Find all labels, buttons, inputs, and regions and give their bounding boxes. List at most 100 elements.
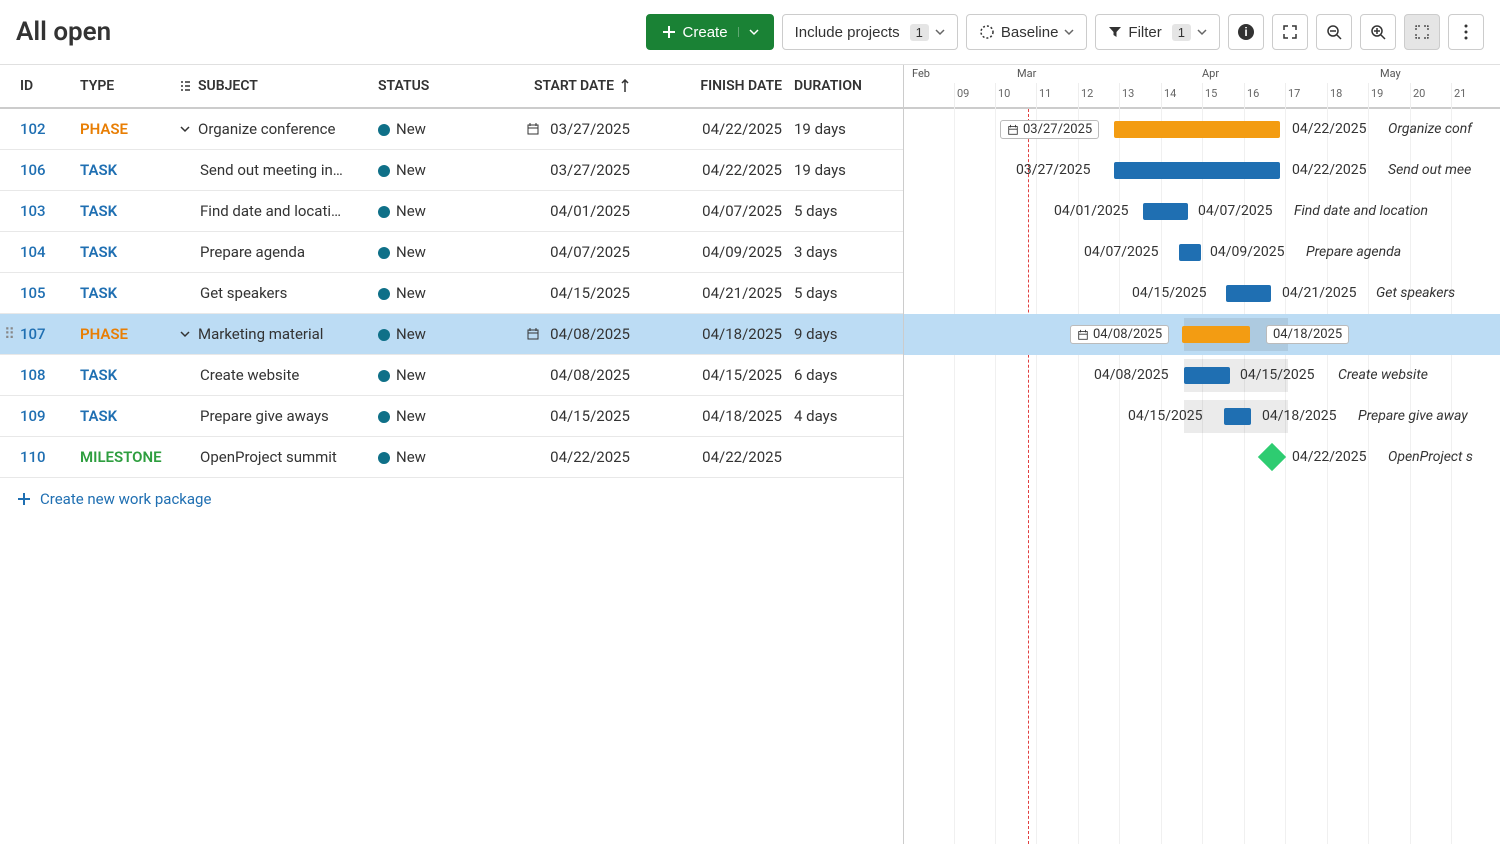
cell-subject[interactable]: OpenProject summit bbox=[172, 448, 372, 466]
cell-duration[interactable]: 4 days bbox=[788, 407, 888, 425]
chevron-down-icon[interactable] bbox=[178, 327, 192, 341]
gantt-row[interactable]: 04/22/2025OpenProject s bbox=[904, 437, 1500, 478]
gantt-bar[interactable] bbox=[1226, 285, 1271, 302]
baseline-button[interactable]: Baseline bbox=[966, 14, 1088, 50]
cell-status[interactable]: New bbox=[372, 325, 468, 343]
cell-status[interactable]: New bbox=[372, 120, 468, 138]
table-row[interactable]: 110MILESTONEOpenProject summitNew04/22/2… bbox=[0, 437, 903, 478]
cell-status[interactable]: New bbox=[372, 202, 468, 220]
gantt-row[interactable]: 04/07/202504/09/2025Prepare agenda bbox=[904, 232, 1500, 273]
cell-finish[interactable]: 04/09/2025 bbox=[636, 243, 788, 261]
table-row[interactable]: 102PHASEOrganize conferenceNew03/27/2025… bbox=[0, 109, 903, 150]
cell-subject[interactable]: Organize conference bbox=[172, 120, 372, 138]
gantt-bar[interactable] bbox=[1114, 121, 1280, 138]
gantt-start-chip[interactable]: 03/27/2025 bbox=[1000, 120, 1099, 139]
col-header-subject[interactable]: SUBJECT bbox=[172, 78, 372, 94]
cell-id[interactable]: 109 bbox=[14, 407, 74, 425]
cell-status[interactable]: New bbox=[372, 448, 468, 466]
cell-duration[interactable]: 6 days bbox=[788, 366, 888, 384]
include-projects-button[interactable]: Include projects 1 bbox=[782, 14, 958, 50]
gantt-start-chip[interactable]: 04/08/2025 bbox=[1070, 325, 1169, 344]
chevron-down-icon[interactable] bbox=[178, 122, 192, 136]
create-button[interactable]: Create bbox=[646, 14, 774, 50]
cell-subject[interactable]: Prepare agenda bbox=[172, 243, 372, 261]
cell-id[interactable]: 103 bbox=[14, 202, 74, 220]
cell-start[interactable]: 04/22/2025 bbox=[468, 448, 636, 466]
cell-start[interactable]: 03/27/2025 bbox=[468, 161, 636, 179]
table-row[interactable]: 108TASKCreate websiteNew04/08/202504/15/… bbox=[0, 355, 903, 396]
cell-status[interactable]: New bbox=[372, 161, 468, 179]
fullscreen-button[interactable] bbox=[1272, 14, 1308, 50]
gantt-row[interactable]: 04/15/202504/21/2025Get speakers bbox=[904, 273, 1500, 314]
cell-status[interactable]: New bbox=[372, 243, 468, 261]
gantt-bar[interactable] bbox=[1182, 326, 1250, 343]
cell-id[interactable]: 107 bbox=[14, 325, 74, 343]
more-button[interactable] bbox=[1448, 14, 1484, 50]
cell-id[interactable]: 110 bbox=[14, 448, 74, 466]
gantt-row[interactable]: 04/15/202504/18/2025Prepare give away bbox=[904, 396, 1500, 437]
cell-status[interactable]: New bbox=[372, 407, 468, 425]
zoom-in-button[interactable] bbox=[1360, 14, 1396, 50]
gantt-row[interactable]: 03/27/202504/22/2025Organize conf bbox=[904, 109, 1500, 150]
cell-start[interactable]: 04/01/2025 bbox=[468, 202, 636, 220]
col-header-type[interactable]: TYPE bbox=[74, 78, 172, 94]
cell-start[interactable]: 04/07/2025 bbox=[468, 243, 636, 261]
cell-start[interactable]: 04/15/2025 bbox=[468, 284, 636, 302]
cell-finish[interactable]: 04/15/2025 bbox=[636, 366, 788, 384]
cell-finish[interactable]: 04/22/2025 bbox=[636, 448, 788, 466]
table-row[interactable]: 105TASKGet speakersNew04/15/202504/21/20… bbox=[0, 273, 903, 314]
cell-id[interactable]: 104 bbox=[14, 243, 74, 261]
col-header-id[interactable]: ID bbox=[14, 78, 74, 94]
cell-status[interactable]: New bbox=[372, 284, 468, 302]
col-header-status[interactable]: STATUS bbox=[372, 78, 468, 94]
cell-start[interactable]: 04/15/2025 bbox=[468, 407, 636, 425]
zoom-out-button[interactable] bbox=[1316, 14, 1352, 50]
cell-finish[interactable]: 04/22/2025 bbox=[636, 120, 788, 138]
cell-duration[interactable]: 5 days bbox=[788, 284, 888, 302]
table-row[interactable]: ⠿107PHASEMarketing materialNew04/08/2025… bbox=[0, 314, 903, 355]
gantt-bar[interactable] bbox=[1114, 162, 1280, 179]
cell-status[interactable]: New bbox=[372, 366, 468, 384]
col-header-duration[interactable]: DURATION bbox=[788, 78, 888, 94]
create-work-package-link[interactable]: Create new work package bbox=[0, 478, 903, 520]
cell-finish[interactable]: 04/21/2025 bbox=[636, 284, 788, 302]
cell-subject[interactable]: Prepare give aways bbox=[172, 407, 372, 425]
gantt-row[interactable]: 04/01/202504/07/2025Find date and locati… bbox=[904, 191, 1500, 232]
gantt-row[interactable]: 04/08/202504/15/2025Create website bbox=[904, 355, 1500, 396]
table-row[interactable]: 106TASKSend out meeting in…New03/27/2025… bbox=[0, 150, 903, 191]
table-row[interactable]: 109TASKPrepare give awaysNew04/15/202504… bbox=[0, 396, 903, 437]
cell-subject[interactable]: Send out meeting in… bbox=[172, 161, 372, 179]
col-header-finish[interactable]: FINISH DATE bbox=[636, 78, 788, 94]
gantt-body[interactable]: 03/27/202504/22/2025Organize conf03/27/2… bbox=[904, 109, 1500, 844]
drag-handle-icon[interactable]: ⠿ bbox=[4, 325, 15, 343]
cell-start[interactable]: 03/27/2025 bbox=[468, 120, 636, 138]
gantt-bar[interactable] bbox=[1179, 244, 1201, 261]
cell-duration[interactable]: 9 days bbox=[788, 325, 888, 343]
auto-zoom-button[interactable] bbox=[1404, 14, 1440, 50]
cell-id[interactable]: 105 bbox=[14, 284, 74, 302]
cell-subject[interactable]: Marketing material bbox=[172, 325, 372, 343]
col-header-start[interactable]: START DATE bbox=[468, 78, 636, 94]
gantt-row[interactable]: 03/27/202504/22/2025Send out mee bbox=[904, 150, 1500, 191]
gantt-bar[interactable] bbox=[1143, 203, 1188, 220]
filter-button[interactable]: Filter 1 bbox=[1095, 14, 1220, 50]
cell-id[interactable]: 108 bbox=[14, 366, 74, 384]
cell-subject[interactable]: Find date and locati… bbox=[172, 202, 372, 220]
info-button[interactable]: i bbox=[1228, 14, 1264, 50]
gantt-bar[interactable] bbox=[1184, 367, 1230, 384]
cell-subject[interactable]: Create website bbox=[172, 366, 372, 384]
gantt-row[interactable]: 04/08/202504/18/2025 bbox=[904, 314, 1500, 355]
cell-duration[interactable]: 19 days bbox=[788, 161, 888, 179]
cell-start[interactable]: 04/08/2025 bbox=[468, 325, 636, 343]
cell-duration[interactable]: 3 days bbox=[788, 243, 888, 261]
cell-id[interactable]: 106 bbox=[14, 161, 74, 179]
table-row[interactable]: 103TASKFind date and locati…New04/01/202… bbox=[0, 191, 903, 232]
cell-finish[interactable]: 04/18/2025 bbox=[636, 325, 788, 343]
cell-subject[interactable]: Get speakers bbox=[172, 284, 372, 302]
cell-duration[interactable]: 5 days bbox=[788, 202, 888, 220]
cell-finish[interactable]: 04/07/2025 bbox=[636, 202, 788, 220]
gantt-bar[interactable] bbox=[1224, 408, 1251, 425]
cell-id[interactable]: 102 bbox=[14, 120, 74, 138]
cell-start[interactable]: 04/08/2025 bbox=[468, 366, 636, 384]
gantt-pane[interactable]: FebMarAprMay 09101112131415161718192021 … bbox=[903, 65, 1500, 844]
